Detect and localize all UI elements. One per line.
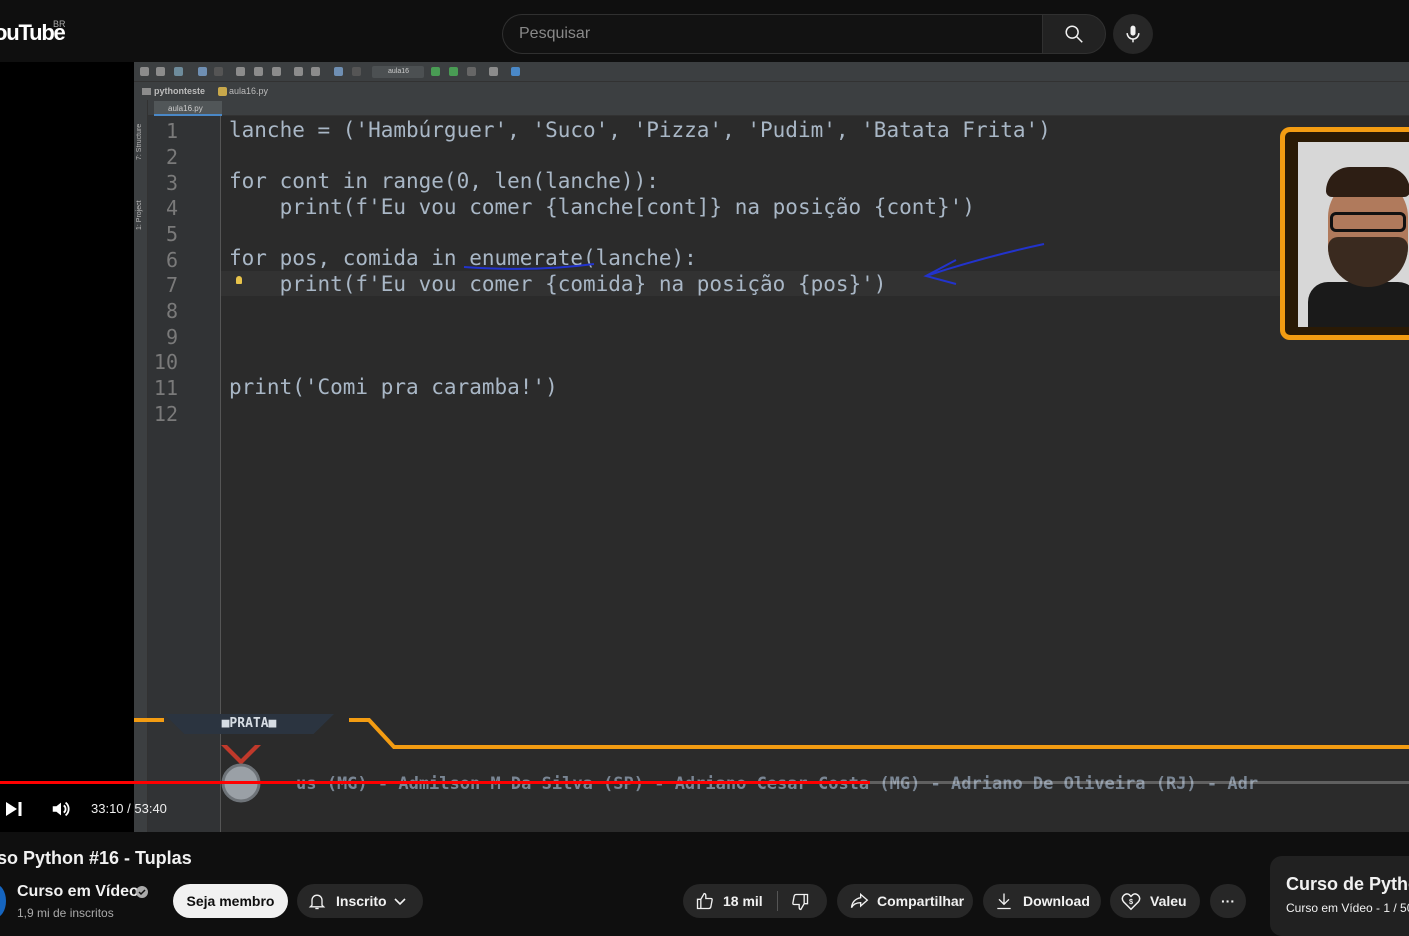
editor-tab-label: aula16.py bbox=[168, 104, 203, 113]
masthead: ouTube BR bbox=[0, 0, 1409, 62]
code-line: for pos, comida in enumerate(lanche): bbox=[229, 246, 697, 270]
forward-icon bbox=[352, 67, 361, 76]
download-label: Download bbox=[1023, 893, 1090, 909]
subscriber-count: 1,9 mi de inscritos bbox=[17, 906, 114, 920]
back-icon bbox=[334, 67, 343, 76]
volume-icon[interactable] bbox=[50, 798, 72, 820]
voice-search-button[interactable] bbox=[1113, 14, 1153, 54]
video-player[interactable]: aula16 pythonteste aula16.py aula16.py 7… bbox=[0, 62, 1409, 832]
presenter-image bbox=[1298, 142, 1409, 327]
code-line: print('Comi pra caramba!') bbox=[229, 375, 558, 399]
search-icon bbox=[1065, 25, 1083, 43]
python-file-icon bbox=[218, 87, 227, 96]
thumbs-up-icon bbox=[696, 892, 713, 910]
svg-text:$: $ bbox=[1129, 897, 1133, 906]
like-count: 18 mil bbox=[723, 893, 763, 909]
find-icon bbox=[294, 67, 303, 76]
like-button[interactable]: 18 mil bbox=[683, 884, 777, 918]
next-video-icon[interactable] bbox=[4, 799, 24, 819]
editor-tab: aula16.py bbox=[154, 101, 222, 116]
logo-region-code: BR bbox=[53, 19, 66, 29]
line-number: 5 bbox=[165, 222, 178, 246]
search-box bbox=[502, 14, 1043, 54]
line-number: 9 bbox=[165, 325, 178, 349]
help-icon bbox=[511, 67, 520, 76]
progress-bar-played bbox=[0, 781, 871, 784]
avatar[interactable] bbox=[0, 884, 6, 918]
download-button[interactable]: Download bbox=[983, 884, 1101, 918]
line-number: 10 bbox=[153, 350, 178, 374]
verified-icon bbox=[136, 886, 148, 898]
line-number: 8 bbox=[165, 299, 178, 323]
cut-icon bbox=[236, 67, 245, 76]
microphone-icon bbox=[1126, 25, 1140, 43]
line-number: 1 bbox=[165, 119, 178, 143]
share-icon bbox=[850, 892, 869, 908]
breadcrumb-project: pythonteste bbox=[154, 86, 206, 96]
player-controls: 33:10 / 53:40 bbox=[0, 790, 1409, 826]
playlist-title: Curso de Pytho bbox=[1286, 874, 1409, 894]
playlist-meta: Curso em Vídeo - 1 / 50 bbox=[1286, 901, 1409, 915]
more-icon: ··· bbox=[1221, 893, 1235, 909]
share-label: Compartilhar bbox=[877, 893, 965, 909]
paste-icon bbox=[272, 67, 281, 76]
join-button[interactable]: Seja membro bbox=[173, 884, 288, 918]
settings-icon bbox=[489, 67, 498, 76]
dislike-button[interactable] bbox=[778, 884, 827, 918]
search-button[interactable] bbox=[1042, 14, 1106, 54]
copy-icon bbox=[254, 67, 263, 76]
share-button[interactable]: Compartilhar bbox=[837, 884, 973, 918]
folder-icon bbox=[142, 88, 151, 95]
line-number: 3 bbox=[165, 171, 178, 195]
bell-icon bbox=[308, 894, 326, 910]
line-number: 4 bbox=[165, 196, 178, 220]
save-icon bbox=[156, 67, 165, 76]
subscribed-button[interactable]: Inscrito bbox=[297, 884, 423, 918]
channel-name[interactable]: Curso em Vídeo bbox=[17, 883, 139, 901]
playlist-panel[interactable]: Curso de Pytho Curso em Vídeo - 1 / 50 bbox=[1270, 856, 1409, 936]
breadcrumb-file: aula16.py bbox=[229, 86, 269, 96]
code-line: lanche = ('Hambúrguer', 'Suco', 'Pizza',… bbox=[229, 118, 1051, 142]
thanks-button[interactable]: $ Valeu bbox=[1110, 884, 1200, 918]
run-icon bbox=[431, 67, 440, 76]
subscribed-label: Inscrito bbox=[336, 893, 387, 909]
like-dislike-group: 18 mil bbox=[683, 884, 827, 918]
ide-tab-bar: aula16.py bbox=[134, 100, 1409, 116]
progress-bar[interactable] bbox=[0, 781, 1409, 784]
code-editor[interactable]: lanche = ('Hambúrguer', 'Suco', 'Pizza',… bbox=[229, 116, 1051, 452]
webcam-overlay bbox=[1280, 127, 1409, 340]
chevron-down-icon bbox=[394, 898, 406, 906]
more-actions-button[interactable]: ··· bbox=[1210, 884, 1246, 918]
open-icon bbox=[140, 67, 149, 76]
time-display: 33:10 / 53:40 bbox=[91, 801, 167, 816]
line-number: 11 bbox=[153, 376, 178, 400]
ide-toolbar: aula16 bbox=[134, 62, 1409, 82]
stop-icon bbox=[467, 67, 476, 76]
tier-badge: ■PRATA■ bbox=[164, 714, 334, 734]
sync-icon bbox=[174, 67, 183, 76]
line-number: 7 bbox=[165, 273, 178, 297]
debug-icon bbox=[449, 67, 458, 76]
super-thanks-icon: $ bbox=[1121, 893, 1141, 911]
ide-breadcrumb: pythonteste aula16.py bbox=[134, 82, 1409, 100]
code-line: for cont in range(0, len(lanche)): bbox=[229, 169, 659, 193]
download-icon bbox=[997, 893, 1011, 910]
line-number: 12 bbox=[153, 402, 178, 426]
thanks-label: Valeu bbox=[1150, 893, 1187, 909]
line-number: 2 bbox=[165, 145, 178, 169]
video-title: so Python #16 - Tuplas bbox=[0, 848, 192, 868]
undo-icon bbox=[198, 67, 207, 76]
run-config-select: aula16 bbox=[372, 66, 424, 78]
redo-icon bbox=[214, 67, 223, 76]
line-number: 6 bbox=[165, 248, 178, 272]
thumbs-down-icon bbox=[792, 893, 809, 911]
replace-icon bbox=[311, 67, 320, 76]
code-line: print(f'Eu vou comer {comida} na posição… bbox=[229, 272, 887, 296]
code-line: print(f'Eu vou comer {lanche[cont]} na p… bbox=[229, 195, 975, 219]
search-input[interactable] bbox=[519, 15, 1019, 53]
